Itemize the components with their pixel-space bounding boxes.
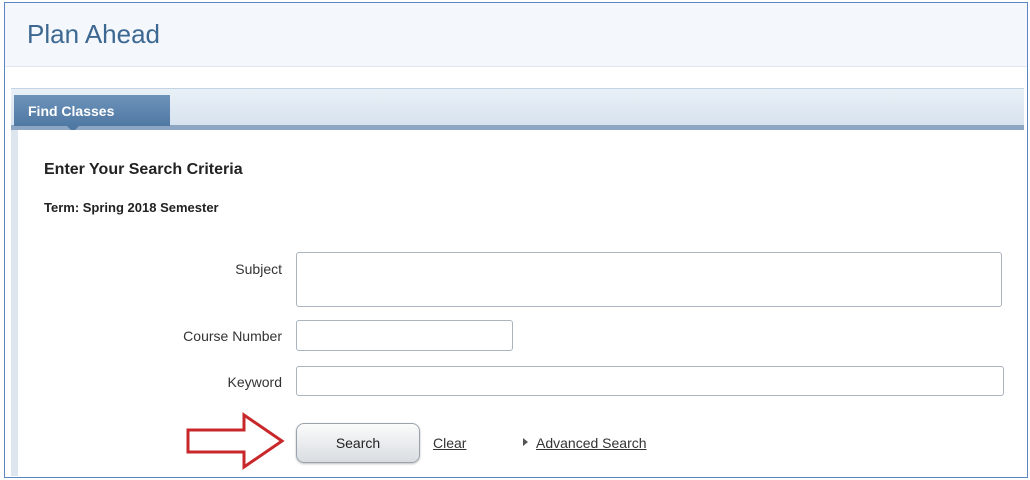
tab-find-classes[interactable]: Find Classes xyxy=(14,95,170,126)
clear-link[interactable]: Clear xyxy=(433,435,466,451)
tab-find-classes-label: Find Classes xyxy=(28,103,115,119)
term-label: Term: Spring 2018 Semester xyxy=(44,200,219,215)
search-button[interactable]: Search xyxy=(296,423,420,463)
course-number-label: Course Number xyxy=(183,328,282,344)
subject-label: Subject xyxy=(235,261,282,277)
expand-triangle-icon xyxy=(523,438,528,446)
keyword-label: Keyword xyxy=(227,374,282,390)
subject-input[interactable] xyxy=(296,252,1002,307)
course-number-input[interactable] xyxy=(296,320,513,351)
red-arrow-icon xyxy=(186,412,285,470)
page-header: Plan Ahead xyxy=(5,3,1027,67)
page-title: Plan Ahead xyxy=(27,19,161,49)
keyword-input[interactable] xyxy=(296,366,1004,396)
advanced-search-link[interactable]: Advanced Search xyxy=(536,435,647,451)
section-heading: Enter Your Search Criteria xyxy=(44,161,243,178)
